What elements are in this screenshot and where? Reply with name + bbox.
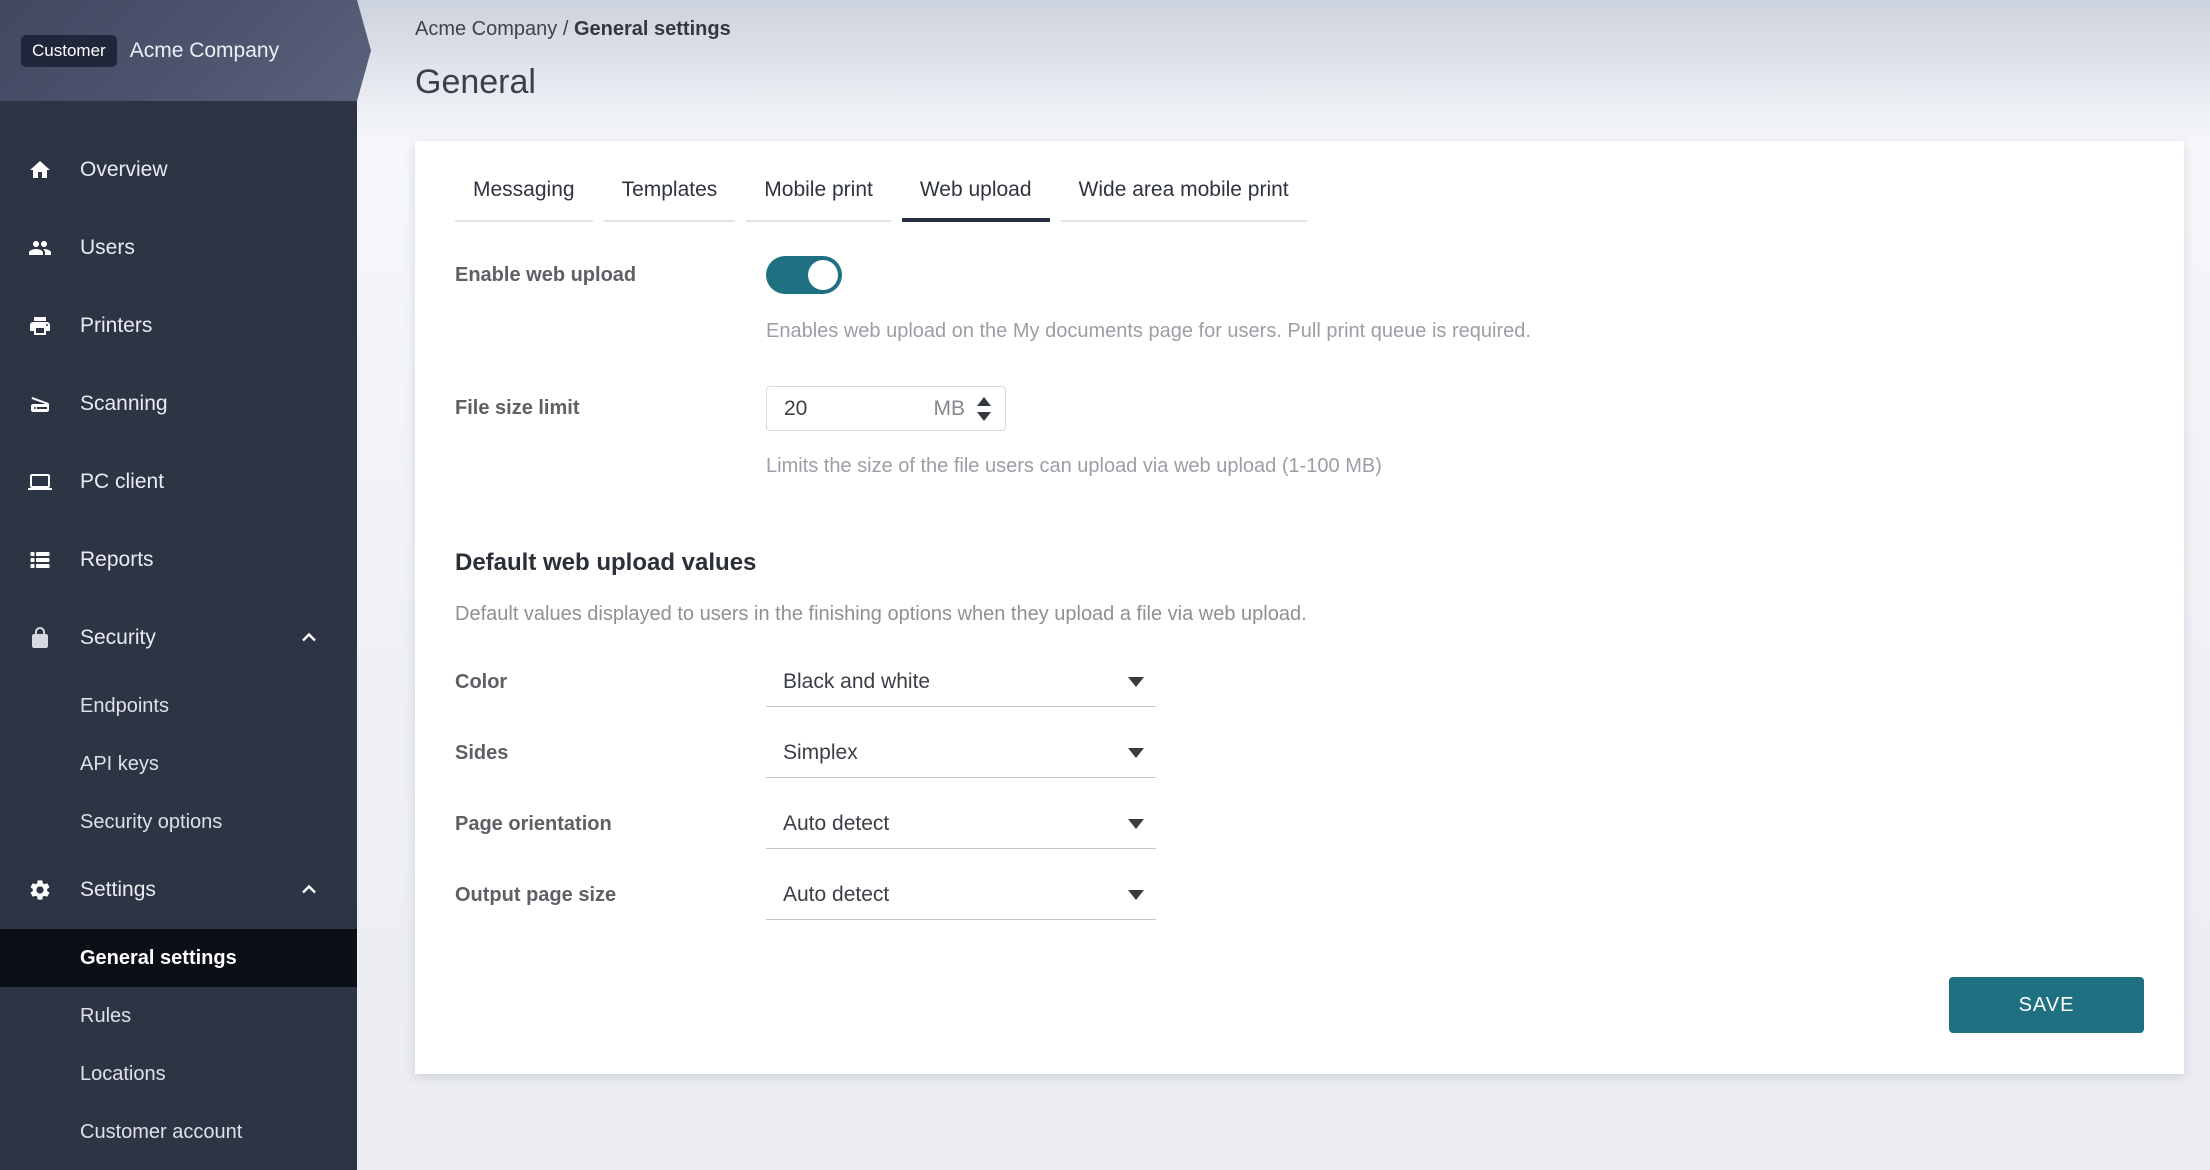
enable-web-upload-description: Enables web upload on the My documents p… (766, 318, 2144, 344)
tab-templates[interactable]: Templates (604, 176, 736, 222)
output-page-size-select-value: Auto detect (783, 883, 889, 907)
output-page-size-select[interactable]: Auto detect (766, 870, 1156, 920)
color-select[interactable]: Black and white (766, 657, 1156, 707)
breadcrumb-parent[interactable]: Acme Company (415, 18, 557, 40)
output-page-size-row: Output page size Auto detect (455, 870, 2144, 920)
sidebar-subitem-label: Locations (80, 1063, 166, 1086)
company-name[interactable]: Acme Company (130, 39, 279, 63)
tab-mobile-print[interactable]: Mobile print (746, 176, 891, 222)
reports-icon (28, 548, 52, 572)
sidebar-item-locations[interactable]: Locations (0, 1045, 357, 1103)
tab-wide-area-mobile-print[interactable]: Wide area mobile print (1061, 176, 1307, 222)
monitor-icon (28, 470, 52, 494)
dropdown-caret-icon (1128, 677, 1144, 687)
file-size-limit-input[interactable]: 20 MB (766, 386, 1006, 431)
tab-web-upload[interactable]: Web upload (902, 176, 1050, 222)
sidebar-item-users[interactable]: Users (0, 209, 357, 287)
file-size-limit-description: Limits the size of the file users can up… (766, 453, 2144, 479)
defaults-fields: Color Black and white Sides Simplex Page… (455, 657, 2144, 920)
color-select-value: Black and white (783, 670, 930, 694)
sidebar-header: Customer Acme Company (0, 0, 371, 101)
enable-web-upload-toggle[interactable] (766, 256, 842, 294)
sidebar-item-rules[interactable]: Rules (0, 987, 357, 1045)
scanner-icon (28, 392, 52, 416)
sidebar-item-customer-account[interactable]: Customer account (0, 1103, 357, 1161)
sidebar-item-settings[interactable]: Settings (0, 851, 357, 929)
sidebar-item-overview[interactable]: Overview (0, 131, 357, 209)
stepper-up-icon[interactable] (977, 397, 991, 406)
actions-row: SAVE (455, 977, 2144, 1033)
sidebar-subitem-label: Customer account (80, 1121, 242, 1144)
settings-card: Messaging Templates Mobile print Web upl… (415, 141, 2184, 1074)
sidebar-item-label: PC client (80, 470, 164, 494)
sidebar-nav: Overview Users Printers Scanning PC clie… (0, 101, 357, 1161)
sides-select[interactable]: Simplex (766, 728, 1156, 778)
file-size-value[interactable]: 20 (784, 397, 807, 421)
sides-row: Sides Simplex (455, 728, 2144, 778)
users-icon (28, 236, 52, 260)
tab-bar: Messaging Templates Mobile print Web upl… (455, 176, 2144, 222)
sidebar-item-reports[interactable]: Reports (0, 521, 357, 599)
printer-icon (28, 314, 52, 338)
page-orientation-select-value: Auto detect (783, 812, 889, 836)
tab-messaging[interactable]: Messaging (455, 176, 593, 222)
sidebar-item-pc-client[interactable]: PC client (0, 443, 357, 521)
sidebar-item-scanning[interactable]: Scanning (0, 365, 357, 443)
sidebar-item-printers[interactable]: Printers (0, 287, 357, 365)
page-orientation-select[interactable]: Auto detect (766, 799, 1156, 849)
defaults-section-description: Default values displayed to users in the… (455, 603, 2144, 626)
sidebar-subitem-label: Rules (80, 1005, 131, 1028)
sides-label: Sides (455, 742, 766, 765)
page-orientation-label: Page orientation (455, 813, 766, 836)
sidebar-item-label: Settings (80, 878, 156, 902)
sidebar: Overview Users Printers Scanning PC clie… (0, 0, 357, 1170)
sidebar-item-security-options[interactable]: Security options (0, 793, 357, 851)
sidebar-item-label: Scanning (80, 392, 168, 416)
chevron-up-icon (297, 626, 321, 650)
sidebar-subitem-label: Endpoints (80, 695, 169, 718)
number-stepper (977, 397, 991, 421)
file-size-limit-row: File size limit 20 MB (455, 386, 2144, 431)
file-size-unit: MB (934, 397, 966, 421)
sidebar-item-label: Reports (80, 548, 154, 572)
breadcrumb-separator: / (563, 18, 574, 40)
gear-icon (28, 878, 52, 902)
toggle-knob (808, 260, 838, 290)
sidebar-item-label: Overview (80, 158, 168, 182)
sidebar-subitem-label: API keys (80, 753, 159, 776)
customer-badge: Customer (21, 35, 117, 67)
output-page-size-label: Output page size (455, 884, 766, 907)
breadcrumb-current: General settings (574, 18, 731, 40)
sidebar-item-label: Users (80, 236, 135, 260)
lock-icon (28, 626, 52, 650)
page-orientation-row: Page orientation Auto detect (455, 799, 2144, 849)
file-size-limit-label: File size limit (455, 397, 766, 420)
enable-web-upload-label: Enable web upload (455, 264, 766, 287)
enable-web-upload-row: Enable web upload (455, 256, 2144, 294)
dropdown-caret-icon (1128, 890, 1144, 900)
sidebar-subitem-label: General settings (80, 947, 237, 970)
sidebar-item-api-keys[interactable]: API keys (0, 735, 357, 793)
sides-select-value: Simplex (783, 741, 858, 765)
defaults-section-title: Default web upload values (455, 549, 2144, 577)
sidebar-subitem-label: Security options (80, 811, 222, 834)
sidebar-item-label: Printers (80, 314, 152, 338)
sidebar-item-security[interactable]: Security (0, 599, 357, 677)
dropdown-caret-icon (1128, 748, 1144, 758)
dropdown-caret-icon (1128, 819, 1144, 829)
main-content: Acme Company / General settings General … (357, 0, 2210, 1170)
chevron-up-icon (297, 878, 321, 902)
sidebar-item-general-settings[interactable]: General settings (0, 929, 357, 987)
color-row: Color Black and white (455, 657, 2144, 707)
page-title: General (415, 63, 2210, 102)
sidebar-item-label: Security (80, 626, 156, 650)
sidebar-item-endpoints[interactable]: Endpoints (0, 677, 357, 735)
save-button[interactable]: SAVE (1949, 977, 2144, 1033)
home-icon (28, 158, 52, 182)
breadcrumb: Acme Company / General settings (357, 0, 2210, 41)
stepper-down-icon[interactable] (977, 412, 991, 421)
color-label: Color (455, 671, 766, 694)
